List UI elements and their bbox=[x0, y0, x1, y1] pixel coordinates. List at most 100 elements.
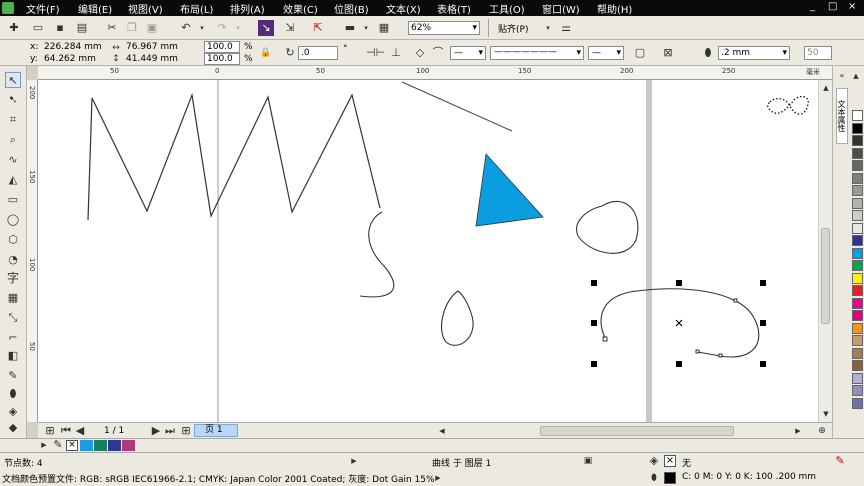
outline-pen-icon[interactable]: ⬮ bbox=[5, 386, 21, 402]
zigzag-line[interactable] bbox=[87, 92, 381, 221]
add-page-after-icon[interactable]: ⊞ bbox=[178, 423, 194, 439]
app-launcher-dropdown-icon[interactable]: ▾ bbox=[358, 20, 374, 36]
color-swatch[interactable] bbox=[852, 372, 863, 384]
close-curve-icon[interactable]: ⌒ bbox=[430, 45, 446, 61]
lock-ratio-icon[interactable]: 🔒 bbox=[258, 45, 274, 61]
copy-icon[interactable]: ❐ bbox=[124, 20, 140, 36]
menu-tools[interactable]: 工具(O) bbox=[489, 1, 525, 16]
page-tab[interactable]: 页 1 bbox=[194, 424, 238, 437]
start-arrowhead-select[interactable]: — ▾ bbox=[450, 46, 486, 60]
color-swatch[interactable] bbox=[852, 322, 863, 334]
vertical-ruler[interactable]: 200 150 100 50 bbox=[27, 80, 38, 422]
color-swatch[interactable] bbox=[852, 135, 863, 146]
restore-button[interactable]: □ bbox=[828, 1, 837, 12]
color-swatch[interactable] bbox=[852, 360, 863, 371]
rotation-angle-field[interactable]: .0 bbox=[298, 46, 338, 60]
drawing-canvas[interactable] bbox=[38, 80, 832, 422]
dimension-tool-icon[interactable]: ⤡ bbox=[5, 310, 21, 326]
menu-effects[interactable]: 效果(C) bbox=[283, 1, 318, 16]
fill-tool-icon[interactable]: ◈ bbox=[5, 404, 21, 420]
outline-width-select[interactable]: .2 mm ▾ bbox=[718, 46, 790, 60]
text-wrap-icon[interactable]: ▢ bbox=[632, 45, 648, 61]
shape-tool-icon[interactable]: ➷ bbox=[5, 92, 21, 108]
height-field[interactable]: 41.449 mm bbox=[126, 54, 178, 64]
welcome-icon[interactable]: ▦ bbox=[376, 20, 392, 36]
to-curve-icon[interactable]: ◇ bbox=[412, 45, 428, 61]
circle-curve[interactable] bbox=[576, 200, 639, 254]
end-arrowhead-select[interactable]: — ▾ bbox=[588, 46, 624, 60]
color-swatch[interactable] bbox=[852, 260, 863, 271]
color-swatch[interactable] bbox=[852, 110, 863, 121]
menu-table[interactable]: 表格(T) bbox=[437, 1, 471, 16]
new-icon[interactable]: ✚ bbox=[6, 20, 22, 36]
menu-arrange[interactable]: 排列(A) bbox=[230, 1, 265, 16]
paste-icon[interactable]: ▣ bbox=[144, 20, 160, 36]
polygon-tool-icon[interactable]: ⬡ bbox=[5, 232, 21, 248]
vertical-scroll-thumb[interactable] bbox=[821, 228, 830, 324]
color-swatch[interactable] bbox=[852, 335, 863, 346]
options-icon[interactable]: ⚌ bbox=[558, 20, 574, 36]
no-color-swatch[interactable]: × bbox=[66, 440, 78, 451]
import-icon[interactable]: ↘ bbox=[258, 20, 274, 36]
scroll-right-icon[interactable]: ▶ bbox=[790, 423, 806, 439]
last-page-icon[interactable]: ⏭ bbox=[162, 423, 178, 439]
selection-handles[interactable] bbox=[591, 280, 766, 367]
color-swatch[interactable] bbox=[852, 297, 863, 309]
color-profile-info[interactable]: 文档颜色预置文件: RGB: sRGB IEC61966-2.1; CMYK: … bbox=[2, 472, 435, 485]
curve-smoothing-field[interactable]: 50 bbox=[804, 46, 832, 60]
blue-triangle[interactable] bbox=[475, 153, 544, 227]
blend-tool-icon[interactable]: ◧ bbox=[5, 348, 21, 364]
y-position-field[interactable]: 64.262 mm bbox=[44, 54, 96, 64]
teardrop-shape[interactable] bbox=[441, 290, 474, 346]
outline-color-swatch[interactable] bbox=[664, 472, 676, 484]
dotted-loop-shape[interactable] bbox=[767, 95, 809, 115]
close-curve-toggle-icon[interactable]: ⊠ bbox=[660, 45, 676, 61]
basic-shapes-icon[interactable]: ◔ bbox=[5, 252, 21, 268]
text-properties-tab[interactable]: 文本属性 bbox=[836, 88, 848, 144]
color-swatch[interactable] bbox=[852, 310, 863, 321]
menu-bitmaps[interactable]: 位图(B) bbox=[334, 1, 369, 16]
eyedropper-icon[interactable]: ✎ bbox=[5, 368, 21, 384]
undo-dropdown-icon[interactable]: ▾ bbox=[194, 20, 210, 36]
scale-y-field[interactable]: 100.0 bbox=[204, 53, 240, 65]
scroll-left-icon[interactable]: ◀ bbox=[434, 423, 450, 439]
color-swatch[interactable] bbox=[852, 347, 863, 359]
color-swatch[interactable] bbox=[852, 210, 863, 221]
crop-tool-icon[interactable]: ⌗ bbox=[5, 112, 21, 128]
menu-text[interactable]: 文本(X) bbox=[386, 1, 421, 16]
cut-icon[interactable]: ✂ bbox=[104, 20, 120, 36]
rotate-icon[interactable]: ↻ bbox=[282, 45, 298, 61]
menu-layout[interactable]: 布局(L) bbox=[180, 1, 213, 16]
color-swatch[interactable] bbox=[852, 222, 863, 234]
doc-color-swatch[interactable] bbox=[94, 440, 107, 451]
publish-pdf-icon[interactable]: ⇱ bbox=[310, 20, 326, 36]
s-curve[interactable] bbox=[359, 211, 395, 298]
connector-tool-icon[interactable]: ⌐ bbox=[5, 330, 21, 346]
doc-color-swatch[interactable] bbox=[80, 440, 93, 451]
doc-color-swatch[interactable] bbox=[108, 440, 121, 451]
menu-help[interactable]: 帮助(H) bbox=[597, 1, 632, 16]
menu-edit[interactable]: 编辑(E) bbox=[78, 1, 112, 16]
color-swatch[interactable] bbox=[852, 147, 863, 159]
color-swatch[interactable] bbox=[852, 385, 863, 396]
undo-icon[interactable]: ↶ bbox=[178, 20, 194, 36]
menu-window[interactable]: 窗口(W) bbox=[542, 1, 580, 16]
pick-tool-icon[interactable]: ↖ bbox=[5, 72, 21, 88]
palette-scroll-up-icon[interactable]: ▲ bbox=[848, 68, 864, 84]
horizontal-ruler[interactable]: 50 0 50 100 150 200 250 毫米 bbox=[38, 66, 832, 80]
outline-settings-icon[interactable]: ✎ bbox=[832, 453, 848, 469]
table-tool-icon[interactable]: ▦ bbox=[5, 290, 21, 306]
freehand-tool-icon[interactable]: ∿ bbox=[5, 152, 21, 168]
color-swatch[interactable] bbox=[852, 160, 863, 171]
text-tool-icon[interactable]: 字 bbox=[5, 270, 21, 286]
mirror-horizontal-icon[interactable]: ⊣⊢ bbox=[366, 45, 385, 61]
color-swatch[interactable] bbox=[852, 197, 863, 209]
color-proofing-icon[interactable]: ▣ bbox=[580, 453, 596, 469]
interactive-fill-icon[interactable]: ◆ bbox=[5, 420, 21, 436]
color-swatch[interactable] bbox=[852, 185, 863, 196]
horizontal-scroll-thumb[interactable] bbox=[540, 426, 734, 436]
vertical-scrollbar[interactable]: ▲ ▼ bbox=[818, 80, 832, 422]
snap-to-menu[interactable]: 贴齐(P) bbox=[498, 22, 528, 35]
ellipse-tool-icon[interactable]: ◯ bbox=[5, 212, 21, 228]
mirror-vertical-icon[interactable]: ⊥ bbox=[388, 45, 404, 61]
